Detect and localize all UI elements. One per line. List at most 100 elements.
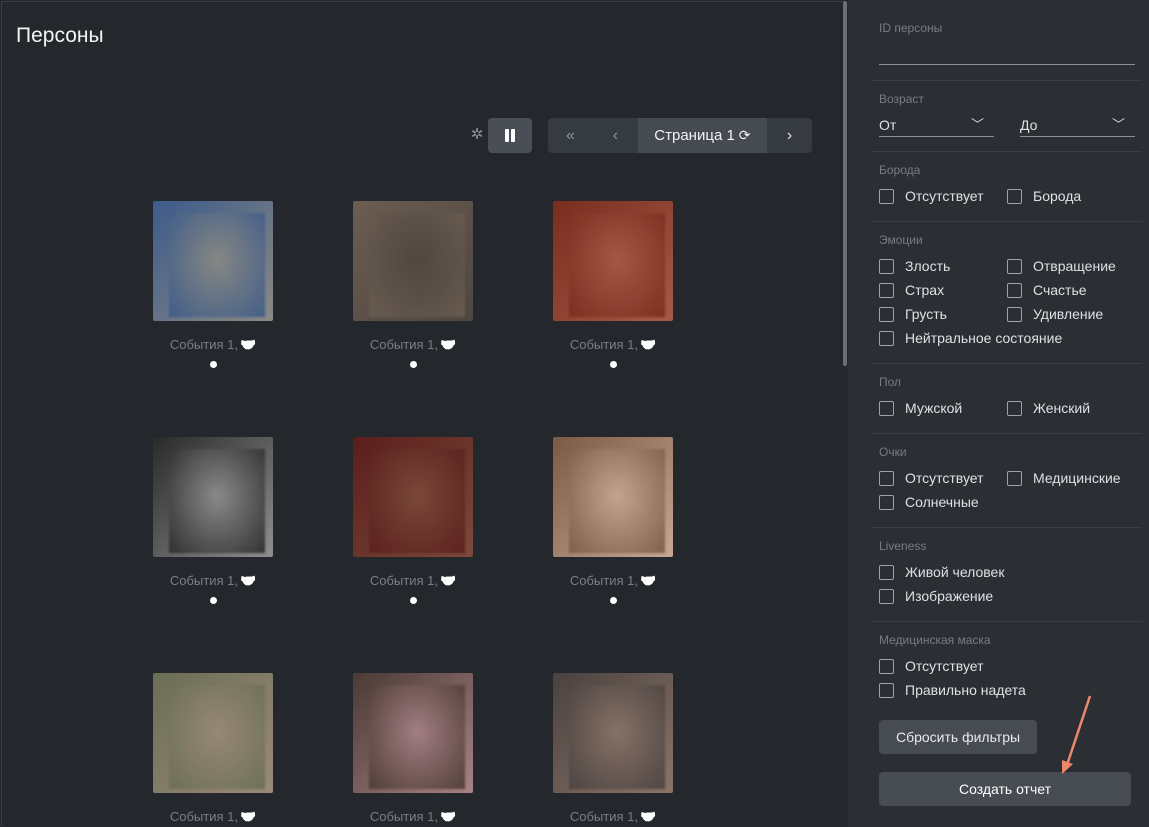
checkbox-label: Злость (905, 258, 951, 274)
scrollbar[interactable] (843, 1, 847, 366)
handshake-icon: 🤝 (239, 337, 257, 352)
events-count: События 1, (369, 809, 438, 824)
filters-sidebar: ID персоны Возраст От ﹀ До ﹀ Борода Отсутс… (848, 0, 1149, 827)
checkbox-surprise[interactable]: Удивление (1007, 305, 1103, 323)
person-card[interactable]: События 1, 🤝 (153, 437, 273, 604)
checkbox-label: Живой человек (905, 564, 1005, 580)
checkbox-box[interactable] (879, 258, 894, 274)
checkbox-happiness[interactable]: Счастье (1007, 281, 1087, 299)
person-card[interactable]: События 1, 🤝 (553, 673, 673, 827)
checkbox-box[interactable] (879, 470, 894, 486)
person-photo[interactable] (553, 437, 673, 557)
checkbox-box[interactable] (879, 588, 894, 604)
checkbox-box[interactable] (1007, 470, 1022, 486)
checkbox-box[interactable] (879, 400, 894, 416)
person-photo[interactable] (553, 673, 673, 793)
checkbox-mask-correct[interactable]: Правильно надета (879, 681, 1026, 699)
checkbox-box[interactable] (1007, 306, 1022, 322)
divider (872, 363, 1142, 364)
checkbox-glasses-absent[interactable]: Отсутствует (879, 469, 984, 487)
face-blur (369, 213, 465, 317)
checkbox-label: Медицинские (1033, 470, 1121, 486)
checkbox-beard-absent[interactable]: Отсутствует (879, 187, 984, 205)
divider (872, 527, 1142, 528)
status-dot (609, 597, 617, 604)
person-photo[interactable] (153, 673, 273, 793)
person-card[interactable]: События 1, 🤝 (153, 673, 273, 827)
checkbox-image[interactable]: Изображение (879, 587, 993, 605)
checkbox-live-person[interactable]: Живой человек (879, 563, 1004, 581)
person-photo[interactable] (353, 437, 473, 557)
handshake-icon: 🤝 (439, 573, 457, 588)
checkbox-box[interactable] (879, 682, 894, 698)
checkbox-label: Нейтральное состояние (905, 330, 1063, 346)
checkbox-box[interactable] (879, 306, 894, 322)
checkbox-box[interactable] (1007, 400, 1022, 416)
checkbox-box[interactable] (879, 658, 894, 674)
status-dot (209, 597, 217, 604)
checkbox-beard[interactable]: Борода (1007, 187, 1081, 205)
checkbox-label: Отвращение (1033, 258, 1116, 274)
checkbox-anger[interactable]: Злость (879, 257, 950, 275)
pause-icon (505, 129, 509, 142)
checkbox-glasses-sun[interactable]: Солнечные (879, 493, 979, 511)
checkbox-sadness[interactable]: Грусть (879, 305, 947, 323)
checkbox-male[interactable]: Мужской (879, 399, 962, 417)
current-page[interactable]: Страница 1 ⟳ (637, 118, 768, 153)
checkbox-box[interactable] (879, 188, 894, 204)
pause-button[interactable] (488, 118, 532, 153)
age-from-value: От (879, 117, 897, 133)
face-blur (569, 685, 665, 789)
mask-label: Медицинская маска (879, 633, 991, 647)
person-card[interactable]: События 1, 🤝 (353, 673, 473, 827)
status-dot (609, 361, 617, 368)
person-card[interactable]: События 1, 🤝 (153, 201, 273, 368)
checkbox-female[interactable]: Женский (1007, 399, 1090, 417)
person-caption: События 1, 🤝 (543, 809, 683, 825)
person-photo[interactable] (553, 201, 673, 321)
chevron-down-icon: ﹀ (1111, 117, 1125, 132)
person-photo[interactable] (153, 201, 273, 321)
checkbox-label: Счастье (1033, 282, 1087, 298)
events-count: События 1, (569, 337, 638, 352)
checkbox-box[interactable] (879, 494, 894, 510)
checkbox-box[interactable] (1007, 258, 1022, 274)
refresh-icon[interactable]: ⟳ (739, 127, 751, 143)
liveness-label: Liveness (879, 539, 927, 553)
person-photo[interactable] (353, 201, 473, 321)
reset-filters-button[interactable]: Сбросить фильтры (879, 720, 1037, 754)
person-photo[interactable] (153, 437, 273, 557)
person-caption: События 1, 🤝 (143, 337, 283, 353)
checkbox-box[interactable] (879, 282, 894, 298)
person-caption: События 1, 🤝 (343, 337, 483, 353)
first-page-button[interactable]: « (548, 118, 593, 153)
checkbox-box[interactable] (1007, 188, 1022, 204)
checkbox-box[interactable] (1007, 282, 1022, 298)
person-photo[interactable] (353, 673, 473, 793)
prev-page-button[interactable]: ‹ (593, 118, 638, 153)
person-caption: События 1, 🤝 (143, 573, 283, 589)
age-to-select[interactable]: До ﹀ (1020, 110, 1135, 137)
age-from-select[interactable]: От ﹀ (879, 110, 994, 137)
events-count: События 1, (169, 337, 238, 352)
events-count: События 1, (369, 573, 438, 588)
divider (872, 80, 1142, 81)
beard-label: Борода (879, 163, 921, 177)
events-count: События 1, (569, 573, 638, 588)
checkbox-label: Отсутствует (905, 470, 984, 486)
checkbox-disgust[interactable]: Отвращение (1007, 257, 1116, 275)
checkbox-box[interactable] (879, 330, 894, 346)
person-card[interactable]: События 1, 🤝 (553, 201, 673, 368)
checkbox-fear[interactable]: Страх (879, 281, 944, 299)
person-card[interactable]: События 1, 🤝 (553, 437, 673, 604)
checkbox-glasses-medical[interactable]: Медицинские (1007, 469, 1121, 487)
person-id-input[interactable] (879, 64, 1135, 65)
checkbox-label: Изображение (905, 588, 994, 604)
page-title: Персоны (16, 24, 104, 47)
next-page-button[interactable]: › (767, 118, 812, 153)
checkbox-box[interactable] (879, 564, 894, 580)
checkbox-mask-absent[interactable]: Отсутствует (879, 657, 984, 675)
person-card[interactable]: События 1, 🤝 (353, 201, 473, 368)
person-card[interactable]: События 1, 🤝 (353, 437, 473, 604)
checkbox-neutral[interactable]: Нейтральное состояние (879, 329, 1062, 347)
